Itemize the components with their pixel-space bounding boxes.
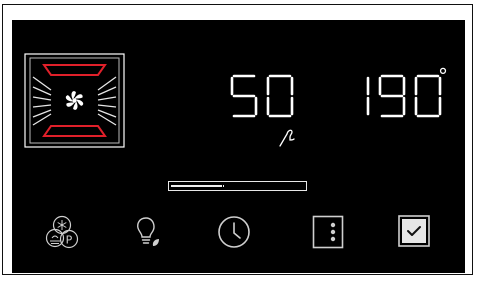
temperature-display[interactable]: 190 ° [342, 64, 452, 122]
svg-text:P: P [66, 234, 73, 247]
shelf-position-icon[interactable] [312, 215, 344, 249]
progress-marker [221, 184, 223, 188]
cooking-time-display[interactable]: 50 [230, 74, 304, 122]
top-heat-element [42, 64, 107, 76]
special-functions-icon[interactable]: P [45, 215, 79, 251]
progress-fill [171, 185, 225, 187]
oven-light-icon[interactable] [135, 215, 161, 249]
cooking-progress-bar [168, 181, 307, 191]
confirm-checkbox-icon[interactable] [398, 215, 430, 247]
oven-mode-icon[interactable] [24, 53, 125, 148]
temperature-digits [366, 74, 442, 118]
timer-clock-icon[interactable] [217, 215, 251, 249]
meat-probe-icon [279, 129, 295, 147]
cooking-time-digits [230, 74, 294, 118]
oven-control-screen: 50 190 ° P [12, 20, 465, 273]
temperature-unit: ° [438, 64, 448, 88]
bottom-heat-element [42, 125, 107, 137]
fan-icon [65, 91, 84, 110]
